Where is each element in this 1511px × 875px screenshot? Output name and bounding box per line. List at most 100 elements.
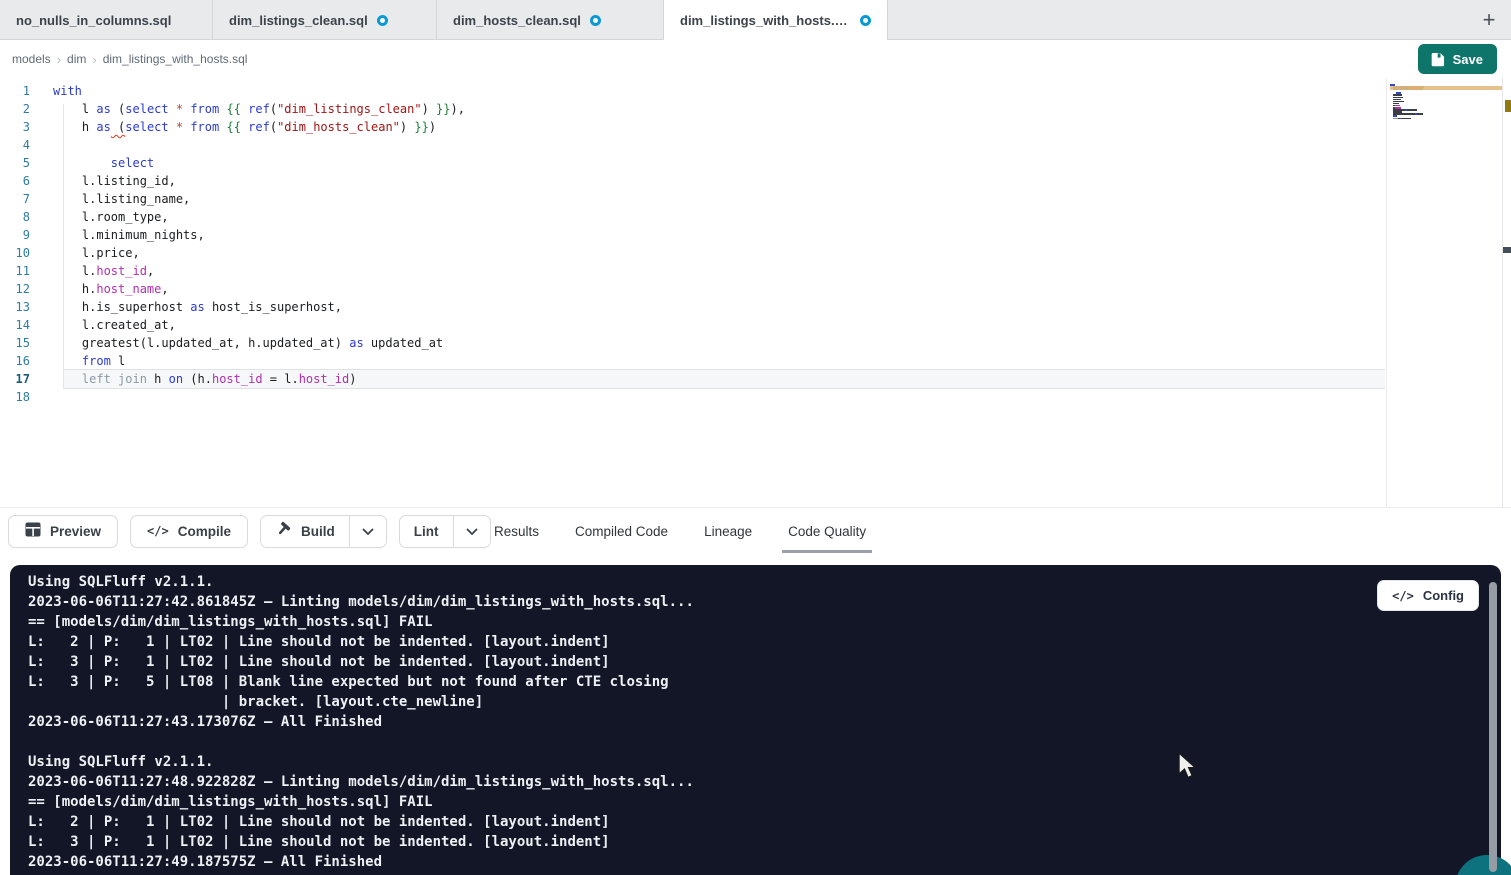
minimap-row xyxy=(1390,120,1452,122)
minimap-segment xyxy=(1402,118,1411,120)
compile-button[interactable]: </> Compile xyxy=(130,515,248,548)
terminal-line: L: 3 | P: 1 | LT02 | Line should not be … xyxy=(28,832,694,852)
minimap-segment xyxy=(1417,113,1423,115)
lint-output-terminal[interactable]: Using SQLFluff v2.1.1. 2023-06-06T11:27:4… xyxy=(10,565,1501,875)
file-tab-label: dim_listings_with_hosts.sql xyxy=(680,13,851,28)
code-line[interactable]: 11 l.host_id, xyxy=(0,262,1380,280)
file-tab-label: no_nulls_in_columns.sql xyxy=(16,13,171,28)
breadcrumb-segment[interactable]: models xyxy=(12,52,51,66)
config-button[interactable]: </> Config xyxy=(1377,580,1479,611)
code-line[interactable]: 12 h.host_name, xyxy=(0,280,1380,298)
terminal-line: | bracket. [layout.cte_newline] xyxy=(28,692,694,712)
code-line[interactable]: 14 l.created_at, xyxy=(0,316,1380,334)
code-line[interactable]: 5 select xyxy=(0,154,1380,172)
code-line[interactable]: 8 l.room_type, xyxy=(0,208,1380,226)
tab-compiled-code[interactable]: Compiled Code xyxy=(575,508,668,554)
breadcrumb: models›dim›dim_listings_with_hosts.sql xyxy=(12,40,247,78)
code-text: select xyxy=(53,154,154,172)
line-number: 17 xyxy=(0,370,30,388)
code-text: from l xyxy=(53,352,125,370)
terminal-line: 2023-06-06T11:27:43.173076Z — All Finish… xyxy=(28,712,694,732)
code-line[interactable]: 9 l.minimum_nights, xyxy=(0,226,1380,244)
line-number: 9 xyxy=(0,226,30,244)
build-button[interactable]: Build xyxy=(261,516,350,547)
result-panel-tabs: Results Compiled Code Lineage Code Quality xyxy=(494,508,866,554)
line-number: 4 xyxy=(0,136,30,154)
line-number: 1 xyxy=(0,82,30,100)
code-text: h as (select * from {{ ref("dim_hosts_cl… xyxy=(53,118,436,136)
terminal-line xyxy=(28,732,694,752)
code-line[interactable]: 15 greatest(l.updated_at, h.updated_at) … xyxy=(0,334,1380,352)
code-text: l.room_type, xyxy=(53,208,169,226)
line-number: 8 xyxy=(0,208,30,226)
line-number: 2 xyxy=(0,100,30,118)
toolbar-buttons: Preview </> Compile Build Lint xyxy=(8,508,491,554)
save-button-label: Save xyxy=(1453,52,1483,67)
build-dropdown-button[interactable] xyxy=(350,516,386,547)
terminal-line: Using SQLFluff v2.1.1. xyxy=(28,752,694,772)
line-number: 5 xyxy=(0,154,30,172)
code-line[interactable]: 7 l.listing_name, xyxy=(0,190,1380,208)
file-tab-dim_hosts_clean[interactable]: dim_hosts_clean.sql xyxy=(437,0,664,40)
line-number: 3 xyxy=(0,118,30,136)
lint-button[interactable]: Lint xyxy=(400,516,454,547)
terminal-scrollbar[interactable] xyxy=(1489,582,1497,872)
chevron-down-icon xyxy=(362,524,374,539)
chevron-down-icon xyxy=(466,524,478,539)
line-number: 18 xyxy=(0,388,30,406)
unsaved-changes-dot xyxy=(590,15,601,26)
code-text: l.host_id, xyxy=(53,262,154,280)
lint-dropdown-button[interactable] xyxy=(454,516,490,547)
minimap-segment xyxy=(1407,109,1417,111)
code-line[interactable]: 16 from l xyxy=(0,352,1380,370)
breadcrumb-row: models›dim›dim_listings_with_hosts.sql S… xyxy=(0,40,1511,78)
terminal-line: L: 3 | P: 5 | LT08 | Blank line expected… xyxy=(28,672,694,692)
breadcrumb-segment[interactable]: dim_listings_with_hosts.sql xyxy=(103,52,248,66)
terminal-line: == [models/dim/dim_listings_with_hosts.s… xyxy=(28,612,694,632)
code-line[interactable]: 3 h as (select * from {{ ref("dim_hosts_… xyxy=(0,118,1380,136)
compile-button-label: Compile xyxy=(178,524,231,539)
save-icon xyxy=(1430,52,1445,67)
file-tab-dim_listings_with_hosts[interactable]: dim_listings_with_hosts.sql xyxy=(664,0,888,40)
breadcrumb-segment[interactable]: dim xyxy=(67,52,86,66)
tab-results[interactable]: Results xyxy=(494,508,539,554)
code-text: l.listing_name, xyxy=(53,190,190,208)
tab-lineage[interactable]: Lineage xyxy=(704,508,752,554)
terminal-line: == [models/dim/dim_listings_with_hosts.s… xyxy=(28,792,694,812)
lint-split-button: Lint xyxy=(399,515,491,548)
code-line[interactable]: 1with xyxy=(0,82,1380,100)
new-tab-button[interactable]: + xyxy=(1475,6,1503,34)
code-icon: </> xyxy=(147,524,169,538)
breadcrumb-separator-icon: › xyxy=(57,52,61,67)
ide-window: no_nulls_in_columns.sql dim_listings_clea… xyxy=(0,0,1511,875)
code-line[interactable]: 17 left join h on (h.host_id = l.host_id… xyxy=(0,370,1380,388)
unsaved-changes-dot xyxy=(377,15,388,26)
terminal-output: Using SQLFluff v2.1.1. 2023-06-06T11:27:4… xyxy=(28,572,694,872)
config-button-label: Config xyxy=(1423,588,1464,603)
terminal-line: L: 3 | P: 1 | LT02 | Line should not be … xyxy=(28,652,694,672)
code-line[interactable]: 2 l as (select * from {{ ref("dim_listin… xyxy=(0,100,1380,118)
code-text: l.minimum_nights, xyxy=(53,226,205,244)
code-line[interactable]: 13 h.is_superhost as host_is_superhost, xyxy=(0,298,1380,316)
code-brackets-icon: </> xyxy=(1392,589,1414,603)
terminal-line: 2023-06-06T11:27:42.861845Z — Linting mo… xyxy=(28,592,694,612)
line-number: 15 xyxy=(0,334,30,352)
terminal-line: L: 2 | P: 1 | LT02 | Line should not be … xyxy=(28,632,694,652)
preview-button[interactable]: Preview xyxy=(8,515,118,548)
file-tab-no_nulls_in_columns[interactable]: no_nulls_in_columns.sql xyxy=(0,0,213,40)
save-button[interactable]: Save xyxy=(1418,44,1497,74)
minimap[interactable] xyxy=(1390,84,1452,122)
code-line[interactable]: 10 l.price, xyxy=(0,244,1380,262)
code-line[interactable]: 6 l.listing_id, xyxy=(0,172,1380,190)
code-line[interactable]: 4 xyxy=(0,136,1380,154)
ruler-warning-marker xyxy=(1505,100,1511,112)
sql-code-editor[interactable]: 1with2 l as (select * from {{ ref("dim_l… xyxy=(0,78,1511,507)
code-text: h.host_name, xyxy=(53,280,169,298)
code-line[interactable]: 18 xyxy=(0,388,1380,406)
code-lines: 1with2 l as (select * from {{ ref("dim_l… xyxy=(0,82,1380,406)
tab-code-quality[interactable]: Code Quality xyxy=(788,508,866,554)
build-split-button: Build xyxy=(260,515,387,548)
file-tab-dim_listings_clean[interactable]: dim_listings_clean.sql xyxy=(213,0,437,40)
file-tab-label: dim_hosts_clean.sql xyxy=(453,13,581,28)
action-toolbar: Preview </> Compile Build Lint Results Compil… xyxy=(0,507,1511,553)
